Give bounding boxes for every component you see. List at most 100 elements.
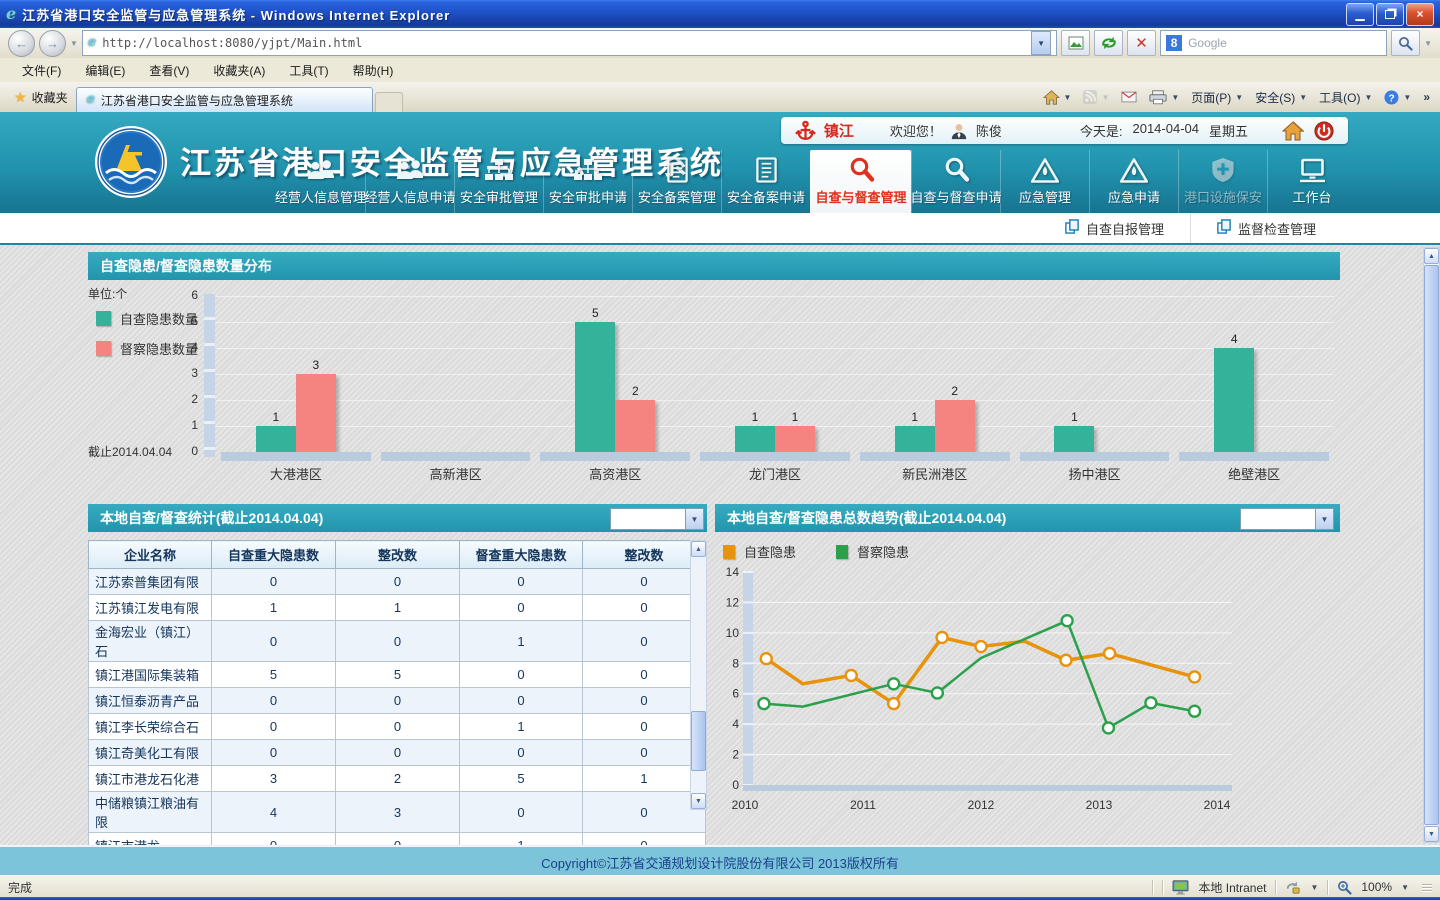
x-axis-segment [540,452,690,461]
back-button[interactable]: ← [8,30,35,57]
search-go-button[interactable] [1391,30,1420,56]
menu-item[interactable]: 文件(F) [10,58,73,83]
restore-button[interactable] [1376,3,1404,26]
refresh-button[interactable] [1094,30,1123,56]
table-row[interactable]: 金海宏业（镇江）石0010 [89,621,706,662]
subnav-item-自查自报管理[interactable]: 自查自报管理 [1039,213,1190,243]
zoom-dropdown[interactable]: ▼ [1401,883,1409,892]
scroll-up-icon[interactable]: ▲ [691,541,706,557]
nav-label: 自查与督查管理 [815,187,906,206]
nav-item-应急管理[interactable]: 应急管理 [1000,150,1089,213]
google-icon: 8 [1166,35,1182,51]
nav-item-经营人信息管理[interactable]: 经营人信息管理 [276,150,365,213]
column-header: 督查重大隐患数 [460,541,583,569]
menu-item[interactable]: 工具(T) [277,58,340,83]
table-cell: 江苏镇江发电有限 [89,595,212,621]
nav-item-工作台[interactable]: 工作台 [1267,150,1356,213]
nav-item-安全审批申请[interactable]: 安全审批申请 [543,150,632,213]
city-label: 镇江 [824,120,854,141]
stop-button[interactable]: ✕ [1127,30,1156,56]
svg-text:14: 14 [726,565,740,579]
y-tick-label: 1 [172,418,198,432]
stats-table: 企业名称自查重大隐患数整改数督查重大隐患数整改数江苏索普集团有限0000江苏镇江… [88,540,706,859]
menu-item[interactable]: 收藏夹(A) [201,58,277,83]
nav-label: 应急管理 [1019,187,1071,206]
favorites-button[interactable]: ★ 收藏夹 [6,85,76,110]
table-cell: 5 [212,662,336,688]
scroll-up-icon[interactable]: ▲ [1424,248,1439,264]
table-filter-dropdown[interactable]: ▼ [610,508,704,530]
table-row[interactable]: 江苏镇江发电有限1100 [89,595,706,621]
search-options-dropdown[interactable]: ▼ [1424,39,1432,48]
help-menu[interactable]: ? ▼ [1384,90,1411,105]
trend-filter-dropdown[interactable]: ▼ [1240,508,1334,530]
mail-button[interactable] [1121,91,1137,103]
page-scroll-thumb[interactable] [1424,265,1439,825]
minimize-button[interactable]: ▁ [1346,3,1374,26]
window-titlebar: e 江苏省港口安全监管与应急管理系统 - Windows Internet Ex… [0,0,1440,28]
menu-bar: 文件(F)编辑(E)查看(V)收藏夹(A)工具(T)帮助(H) [0,58,1440,83]
new-tab-button[interactable] [375,92,403,113]
scroll-down-icon[interactable]: ▼ [691,793,706,809]
nav-item-应急申请[interactable]: 应急申请 [1089,150,1178,213]
nav-item-安全备案管理[interactable]: 安全备案管理 [632,150,721,213]
zoom-magnifier-icon [1337,880,1352,895]
table-scroll-thumb[interactable] [691,711,706,771]
trend-chart-legend: 自查隐患督察隐患 [723,542,909,561]
history-dropdown[interactable]: ▼ [70,39,78,48]
table-row[interactable]: 中储粮镇江粮油有限4300 [89,792,706,833]
tools-menu[interactable]: 工具(O)▼ [1319,89,1372,106]
nav-item-自查与督查管理[interactable]: 自查与督查管理 [810,150,911,213]
bar-group-高新港区: 高新港区 [376,296,536,452]
table-row[interactable]: 镇江奇美化工有限0000 [89,740,706,766]
bar-value-label: 1 [256,410,296,424]
tab-active[interactable]: e 江苏省港口安全监管与应急管理系统 [76,87,373,113]
protected-mode-dropdown[interactable]: ▼ [1310,883,1318,892]
page-scrollbar[interactable]: ▲ ▼ [1423,247,1440,843]
bar-group-高资港区: 52高资港区 [535,296,695,452]
nav-item-安全备案申请[interactable]: 安全备案申请 [721,150,810,213]
search-box[interactable]: 8 Google [1160,30,1387,56]
url-dropdown[interactable]: ▼ [1031,31,1051,55]
forward-button[interactable]: → [39,30,66,57]
nav-item-自查与督查申请[interactable]: 自查与督查申请 [911,150,1000,213]
home-shortcut-icon[interactable] [1282,121,1304,141]
table-cell: 0 [336,688,460,714]
feeds-button[interactable]: ▼ [1083,90,1109,104]
nav-item-经营人信息申请[interactable]: 经营人信息申请 [365,150,454,213]
table-row[interactable]: 镇江市港龙石化港3251 [89,766,706,792]
table-row[interactable]: 镇江恒泰沥青产品0000 [89,688,706,714]
scroll-down-icon[interactable]: ▼ [1424,826,1439,842]
overflow-chevron[interactable]: » [1423,90,1430,104]
table-scrollbar[interactable]: ▲ ▼ [690,540,707,810]
url-input[interactable]: e http://localhost:8080/yjpt/Main.html ▼ [82,30,1057,56]
bar-value-label: 1 [895,410,935,424]
compatibility-button[interactable] [1061,30,1090,56]
svg-text:10: 10 [726,626,740,640]
print-button[interactable]: ▼ [1149,90,1179,105]
menu-item[interactable]: 编辑(E) [73,58,137,83]
bar-panel-title: 自查隐患/督查隐患数量分布 [88,252,1340,280]
column-header: 企业名称 [89,541,212,569]
protected-mode-icon[interactable] [1285,880,1301,894]
table-row[interactable]: 江苏索普集团有限0000 [89,569,706,595]
safety-menu[interactable]: 安全(S)▼ [1255,89,1307,106]
nav-label: 安全审批申请 [549,187,627,206]
menu-item[interactable]: 查看(V) [137,58,201,83]
nav-item-港口设施保安[interactable]: 港口设施保安 [1178,150,1267,213]
legend-swatch [96,341,111,356]
page-menu[interactable]: 页面(P)▼ [1191,89,1243,106]
table-row[interactable]: 镇江港国际集装箱5500 [89,662,706,688]
close-button[interactable]: × [1406,3,1434,26]
resize-grip[interactable] [1422,884,1432,891]
logout-power-icon[interactable] [1314,121,1334,141]
table-row[interactable]: 镇江李长荣综合石0010 [89,714,706,740]
zoom-level[interactable]: 100% [1361,880,1392,894]
home-button[interactable]: ▼ [1043,90,1072,105]
bar-value-label: 4 [1214,332,1254,346]
nav-item-安全审批管理[interactable]: 安全审批管理 [454,150,543,213]
laptop-icon [1298,156,1327,183]
menu-item[interactable]: 帮助(H) [341,58,406,83]
page-footer: Copyright©江苏省交通规划设计院股份有限公司 2013版权所有 [0,845,1440,877]
subnav-item-监督检查管理[interactable]: 监督检查管理 [1190,213,1342,243]
